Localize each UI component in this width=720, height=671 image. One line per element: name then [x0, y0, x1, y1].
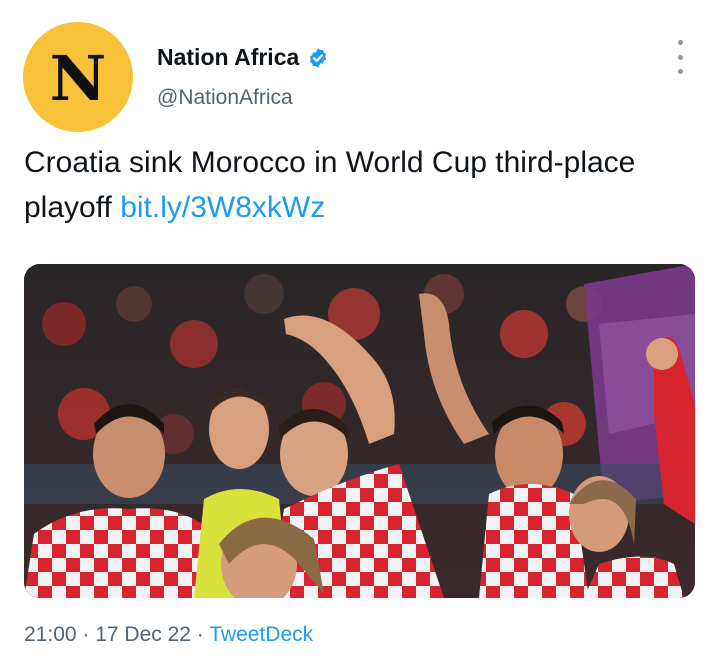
tweet-body: Croatia sink Morocco in World Cup third-…	[24, 146, 636, 224]
tweet-meta: 21:00 · 17 Dec 22 · TweetDeck	[24, 623, 313, 647]
verified-badge-icon	[310, 47, 327, 68]
tweet-link[interactable]: bit.ly/3W8xkWz	[120, 191, 325, 224]
avatar-logo-letter: N	[49, 41, 107, 115]
avatar[interactable]: N	[23, 22, 133, 132]
account-handle[interactable]: @NationAfrica	[157, 86, 293, 110]
team-celebration-photo	[24, 264, 695, 598]
more-dot	[677, 54, 683, 60]
tweet-source-link[interactable]: TweetDeck	[209, 623, 313, 646]
tweet-text: Croatia sink Morocco in World Cup third-…	[24, 140, 684, 230]
more-dot	[677, 40, 683, 45]
author-name-row: Nation Africa	[157, 44, 329, 71]
meta-separator: ·	[76, 623, 96, 646]
tweet-photo[interactable]	[24, 264, 695, 598]
display-name[interactable]: Nation Africa	[157, 44, 299, 71]
more-options-icon[interactable]	[670, 40, 690, 74]
tweet-date[interactable]: 17 Dec 22	[95, 623, 191, 646]
tweet-time[interactable]: 21:00	[24, 623, 77, 646]
meta-separator: ·	[190, 623, 210, 646]
more-dot	[677, 69, 683, 74]
